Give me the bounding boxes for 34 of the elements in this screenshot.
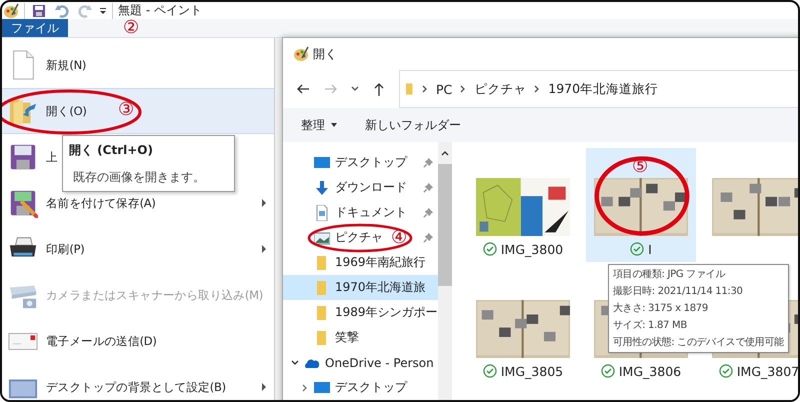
tooltip-line: 可用性の状態: このデバイスで使用可能 bbox=[613, 336, 784, 350]
nav-item-label: デスクトップ bbox=[335, 154, 407, 171]
tooltip-line: 項目の種類: JPG ファイル bbox=[613, 268, 726, 282]
annotation-number: ② bbox=[123, 19, 140, 37]
tooltip-line: 撮影日時: 2021/11/14 11:30 bbox=[613, 284, 744, 299]
dialog-title: 開く bbox=[313, 46, 337, 62]
file-name: IMG_3806 bbox=[618, 364, 682, 378]
nav-item-label: ピクチャ bbox=[335, 229, 383, 246]
window-title: 無題 - ペイント bbox=[118, 2, 202, 19]
menu-item-label: カメラまたはスキャナーから取り込み(M) bbox=[46, 288, 263, 302]
nav-item-label: ドキュメント bbox=[335, 204, 407, 221]
nav-item-label: 笑撃 bbox=[335, 329, 359, 346]
nav-item-label: OneDrive - Person bbox=[325, 356, 434, 370]
nav-item-label: 1970年北海道旅 bbox=[335, 279, 426, 296]
file-name: IMG_3805 bbox=[500, 364, 564, 378]
menu-item-label: 名前を付けて保存(A) bbox=[46, 196, 156, 210]
file-name: IMG_3800 bbox=[500, 242, 564, 256]
annotation-number: ③ bbox=[118, 101, 134, 119]
tooltip-text: 既存の画像を開きます。 bbox=[72, 169, 206, 186]
file-name: IMG_3807 bbox=[736, 364, 798, 378]
menu-item-label: デスクトップの背景として設定(B) bbox=[46, 380, 226, 394]
nav-item-label: 1989年シンガポー bbox=[335, 304, 438, 321]
menu-item-label: 印刷(P) bbox=[46, 242, 84, 256]
nav-item-label: デスクトップ bbox=[335, 379, 407, 396]
tooltip-line: 大きさ: 3175 x 1879 bbox=[613, 302, 709, 316]
tooltip-line: サイズ: 1.87 MB bbox=[613, 319, 688, 333]
nav-item-label: ダウンロード bbox=[335, 179, 407, 196]
menu-item-label: 電子メールの送信(D) bbox=[46, 334, 157, 348]
menu-item-label: 開く(O) bbox=[46, 104, 87, 118]
menu-item-label: 新規(N) bbox=[46, 58, 86, 72]
nav-item-label: 1969年南紀旅行 bbox=[335, 254, 426, 271]
tooltip-title: 開く (Ctrl+O) bbox=[69, 142, 154, 159]
file-name: I bbox=[648, 242, 652, 256]
menu-item-label: 上 bbox=[46, 150, 58, 164]
